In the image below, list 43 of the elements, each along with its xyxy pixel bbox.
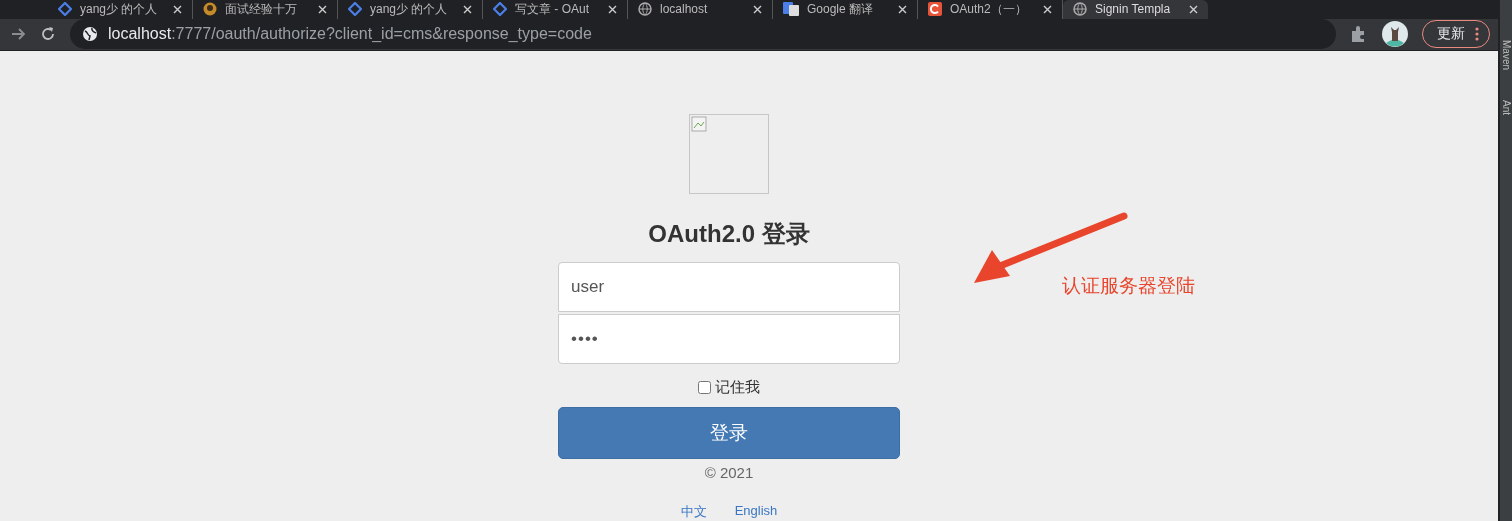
close-icon[interactable] [463,4,472,14]
password-field[interactable]: •••• [558,314,900,364]
avatar-icon [203,2,217,17]
close-icon[interactable] [173,4,182,14]
close-icon[interactable] [753,4,762,14]
login-button[interactable]: 登录 [558,407,900,459]
language-link[interactable]: 中文 [680,503,707,521]
more-icon [1475,27,1479,42]
remember-checkbox[interactable] [698,381,711,394]
close-icon[interactable] [608,4,617,14]
url-text: localhost:7777/oauth/authorize?client_id=cms&response_type=code [108,25,592,44]
login-title: OAuth2.0 登录 [648,219,810,249]
browser-tab[interactable]: Google 翻译 [773,0,918,19]
diamond-icon [348,2,362,17]
translate-icon [783,2,799,17]
language-link[interactable]: English [734,503,778,521]
tool-window-tab[interactable]: Maven [1500,40,1512,70]
browser-tab[interactable]: localhost [628,0,773,19]
browser-tab[interactable]: yang少 的个人 [338,0,483,19]
annotation-text: 认证服务器登陆 [1062,274,1195,298]
close-icon[interactable] [1043,4,1052,14]
browser-tab[interactable]: 面试经验十万 [193,0,338,19]
tool-window-tab[interactable]: Ant [1500,100,1512,116]
broken-image-icon [691,116,707,132]
close-icon[interactable] [318,4,327,14]
copyright-text: © 2021 [704,464,754,481]
browser-tab[interactable]: OAuth2（一） [918,0,1063,19]
avatar-icon[interactable] [1382,21,1408,48]
globe-icon [1073,2,1087,17]
diamond-icon [493,2,507,17]
browser-tab[interactable]: Signin Templa [1063,0,1208,19]
close-icon[interactable] [898,4,907,14]
logo-icon [928,2,942,17]
close-icon[interactable] [1189,4,1198,14]
remember-label: 记住我 [715,378,760,397]
address-bar[interactable]: localhost:7777/oauth/authorize?client_id=cms&response_type=code [70,19,1336,50]
username-field[interactable]: user [558,262,900,312]
globe-icon [638,2,652,17]
reload-icon[interactable] [40,26,56,43]
globe-icon [82,26,98,43]
browser-tab[interactable]: yang少 的个人 [48,0,193,19]
browser-tab[interactable]: 写文章 - OAut [483,0,628,19]
diamond-icon [58,2,72,17]
